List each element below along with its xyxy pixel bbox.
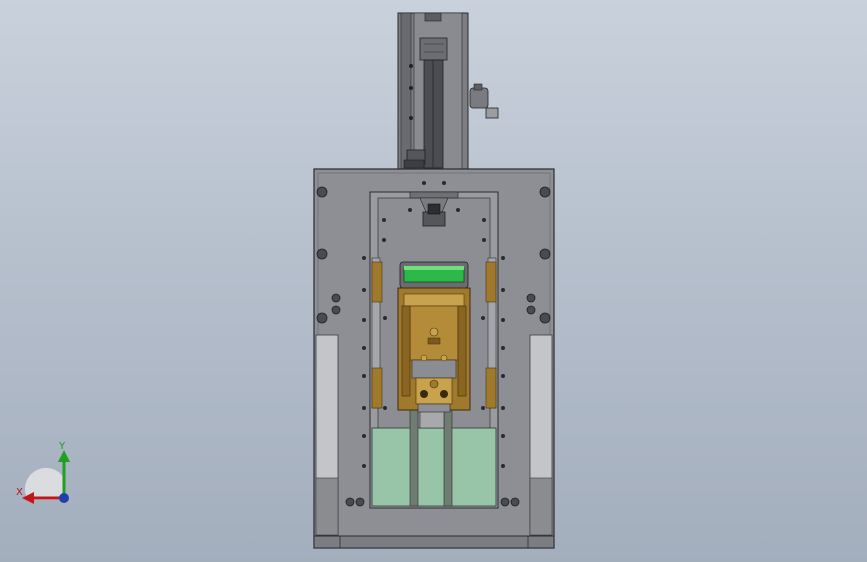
green-part[interactable]: [399, 261, 469, 289]
x-axis-label: X: [16, 487, 23, 498]
orientation-triad[interactable]: Y X: [14, 440, 84, 510]
cad-viewport[interactable]: Y X: [0, 0, 867, 562]
y-axis-label: Y: [59, 441, 66, 452]
assembly-model[interactable]: [0, 0, 867, 562]
air-fitting[interactable]: [469, 83, 499, 119]
triad-axes: [22, 450, 70, 504]
brass-slide[interactable]: [397, 287, 471, 413]
top-cylinder-assembly[interactable]: [397, 12, 469, 170]
